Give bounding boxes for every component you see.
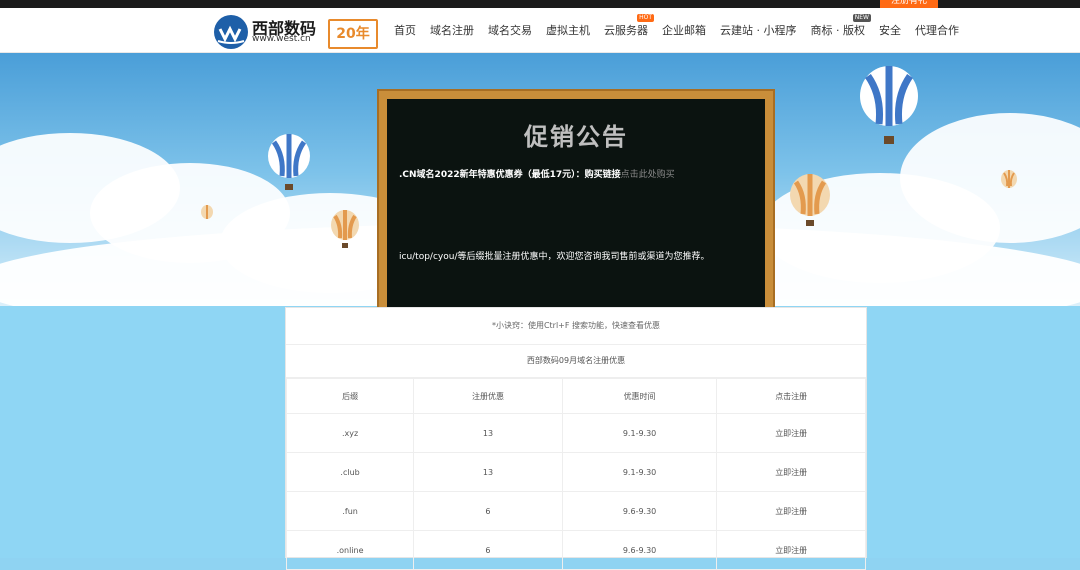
- nav-label: 企业邮箱: [662, 24, 706, 37]
- nav-label: 云建站 · 小程序: [720, 24, 797, 37]
- nav-label: 商标 · 版权: [810, 24, 866, 37]
- column-header: 后缀: [285, 378, 415, 414]
- balloon-icon: [860, 66, 918, 144]
- price-cell: 6: [413, 530, 563, 570]
- suffix-cell: .online: [285, 530, 415, 570]
- balloon-icon: [268, 134, 310, 190]
- period-cell: 9.6-9.30: [561, 530, 718, 570]
- board-line-cn-promo: .CN域名2022新年特惠优惠券（最低17元）：购买链接点击此处购买: [399, 167, 675, 180]
- balloon-icon: [201, 205, 213, 219]
- nav-domain-trade[interactable]: 域名交易: [488, 22, 532, 38]
- table-row: .online 6 9.6-9.30 立即注册: [285, 530, 866, 570]
- promo-panel: *小诀窍：使用Ctrl+F 搜索功能，快速查看优惠 西部数码09月域名注册优惠 …: [285, 307, 867, 570]
- nav-label: 云服务器: [604, 24, 648, 37]
- new-badge: NEW: [852, 14, 871, 22]
- register-now-link[interactable]: 立即注册: [716, 413, 866, 453]
- promo-caption: 西部数码09月域名注册优惠: [286, 345, 866, 378]
- nav-domain-register[interactable]: 域名注册: [430, 22, 474, 38]
- site-header: 西部数码 www.west.cn 20年 首页 域名注册 域名交易 虚拟主机 云…: [0, 8, 1080, 53]
- register-now-link[interactable]: 立即注册: [716, 530, 866, 570]
- nav-cloud-server[interactable]: 云服务器 HOT: [604, 14, 654, 38]
- column-header: 优惠时间: [561, 378, 718, 414]
- main-nav: 首页 域名注册 域名交易 虚拟主机 云服务器 HOT 企业邮箱 云建站 · 小程序…: [394, 8, 973, 52]
- price-cell: 13: [413, 452, 563, 492]
- nav-home[interactable]: 首页: [394, 22, 416, 38]
- nav-virtual-host[interactable]: 虚拟主机: [546, 22, 590, 38]
- board-text: .CN域名2022新年特惠优惠券（最低17元）：: [399, 170, 585, 180]
- buy-link[interactable]: 购买链接: [585, 170, 621, 180]
- board-line-bulk-promo: icu/top/cyou/等后缀批量注册优惠中，欢迎您咨询我司售前或渠道为您推荐…: [399, 252, 710, 262]
- balloon-icon: [790, 174, 830, 226]
- register-now-link[interactable]: 立即注册: [716, 491, 866, 531]
- table-row: .xyz 13 9.1-9.30 立即注册: [285, 413, 866, 453]
- register-button[interactable]: 注册有礼: [880, 0, 938, 8]
- nav-label: 域名注册: [430, 24, 474, 37]
- price-cell: 13: [413, 413, 563, 453]
- search-tip: *小诀窍：使用Ctrl+F 搜索功能，快速查看优惠: [286, 308, 866, 345]
- nav-site-builder[interactable]: 云建站 · 小程序: [720, 22, 797, 38]
- nav-security[interactable]: 安全: [879, 22, 901, 38]
- board-surface: 促销公告 .CN域名2022新年特惠优惠券（最低17元）：购买链接点击此处购买 …: [387, 99, 765, 313]
- promo-table: 后缀 注册优惠 优惠时间 点击注册 .xyz 13 9.1-9.30 立即注册 …: [285, 378, 866, 570]
- nav-label: 安全: [879, 24, 901, 37]
- table-header-row: 后缀 注册优惠 优惠时间 点击注册: [285, 378, 866, 414]
- nav-label: 虚拟主机: [546, 24, 590, 37]
- nav-trademark[interactable]: 商标 · 版权 NEW: [810, 14, 871, 38]
- board-title: 促销公告: [524, 123, 628, 151]
- nav-label: 域名交易: [488, 24, 532, 37]
- nav-agent[interactable]: 代理合作: [915, 22, 959, 38]
- period-cell: 9.1-9.30: [561, 413, 718, 453]
- top-strip: 注册有礼: [0, 0, 1080, 8]
- anniversary-text: 20年: [336, 26, 370, 42]
- period-cell: 9.6-9.30: [561, 491, 718, 531]
- suffix-cell: .xyz: [285, 413, 415, 453]
- suffix-cell: .fun: [285, 491, 415, 531]
- column-header: 注册优惠: [413, 378, 563, 414]
- hot-badge: HOT: [637, 14, 654, 22]
- logo-icon: [214, 15, 248, 49]
- nav-enterprise-mail[interactable]: 企业邮箱: [662, 22, 706, 38]
- logo-url: www.west.cn: [252, 34, 311, 44]
- table-row: .fun 6 9.6-9.30 立即注册: [285, 491, 866, 531]
- price-cell: 6: [413, 491, 563, 531]
- balloon-icon: [1001, 170, 1017, 188]
- table-row: .club 13 9.1-9.30 立即注册: [285, 452, 866, 492]
- column-header: 点击注册: [716, 378, 866, 414]
- nav-label: 代理合作: [915, 24, 959, 37]
- anniversary-badge: 20年: [328, 19, 378, 49]
- nav-label: 首页: [394, 24, 416, 37]
- register-now-link[interactable]: 立即注册: [716, 452, 866, 492]
- click-buy-link[interactable]: 点击此处购买: [621, 170, 675, 180]
- balloon-icon: [331, 210, 359, 248]
- period-cell: 9.1-9.30: [561, 452, 718, 492]
- suffix-cell: .club: [285, 452, 415, 492]
- announcement-board: 促销公告 .CN域名2022新年特惠优惠券（最低17元）：购买链接点击此处购买 …: [377, 89, 775, 315]
